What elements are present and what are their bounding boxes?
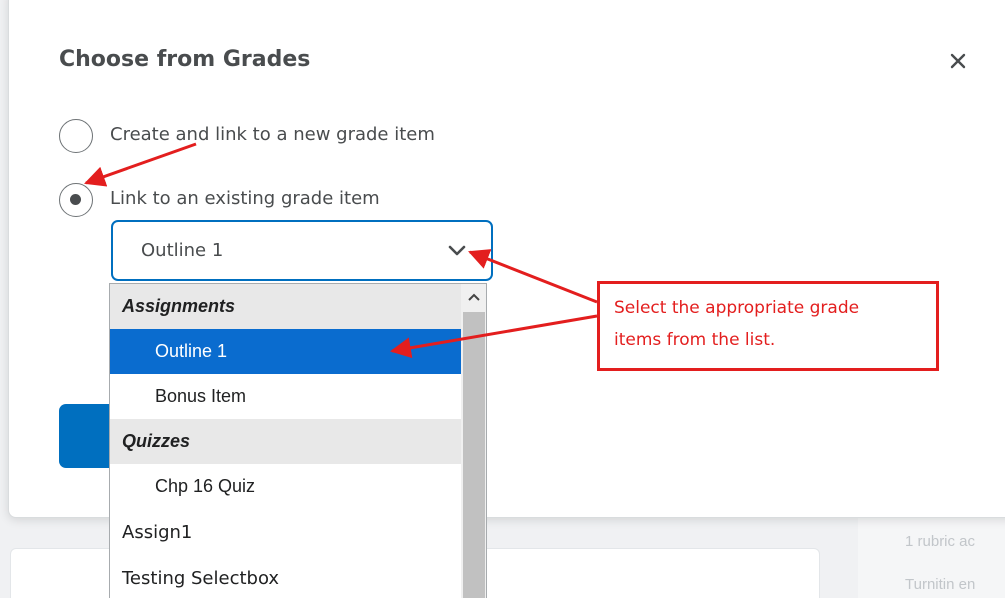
annotation-line-2: items from the list.: [614, 330, 776, 350]
option-chp-16-quiz[interactable]: Chp 16 Quiz: [110, 464, 461, 509]
radio-link-existing-grade-item[interactable]: [59, 183, 93, 217]
option-assign1[interactable]: Assign1: [110, 510, 461, 555]
annotation-line-1: Select the appropriate grade: [614, 298, 860, 318]
optgroup-quizzes: Quizzes: [110, 419, 461, 464]
listbox-scrollbar[interactable]: [461, 284, 486, 598]
chevron-down-icon: [448, 245, 466, 256]
dialog-title: Choose from Grades: [59, 47, 311, 72]
grade-item-listbox[interactable]: Assignments Outline 1 Bonus Item Quizzes…: [109, 283, 487, 598]
background-rubric-text: 1 rubric ac: [905, 533, 976, 550]
annotation-callout: Select the appropriate grade items from …: [597, 281, 939, 371]
grade-item-select-value: Outline 1: [141, 240, 224, 261]
grade-item-select[interactable]: Outline 1: [111, 220, 493, 281]
radio-create-new-label[interactable]: Create and link to a new grade item: [110, 124, 435, 145]
scrollbar-thumb[interactable]: [463, 312, 485, 598]
optgroup-assignments: Assignments: [110, 284, 461, 329]
close-icon[interactable]: [946, 49, 970, 73]
radio-link-existing-label[interactable]: Link to an existing grade item: [110, 188, 380, 209]
option-bonus-item[interactable]: Bonus Item: [110, 374, 461, 419]
option-testing-selectbox[interactable]: Testing Selectbox: [110, 556, 461, 598]
background-turnitin-text: Turnitin en: [905, 576, 976, 593]
scroll-up-icon[interactable]: [467, 292, 481, 302]
radio-create-new-grade-item[interactable]: [59, 119, 93, 153]
option-outline-1[interactable]: Outline 1: [110, 329, 461, 374]
